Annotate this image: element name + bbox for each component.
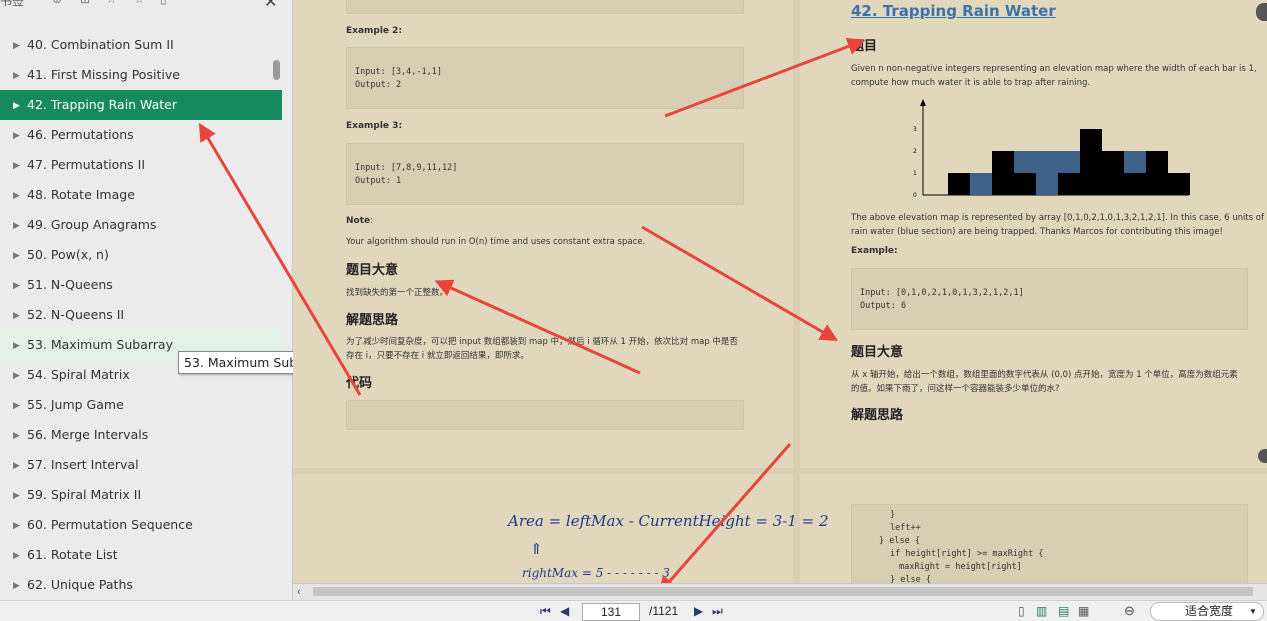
two-page-view-icon[interactable]: ▥ [1036,601,1047,621]
first-page-icon[interactable]: ⏮ [540,601,551,621]
book-view-icon[interactable]: ▦ [1078,601,1089,621]
scrollbar-thumb[interactable] [313,587,1253,596]
scroll-left-icon[interactable]: ‹ [297,584,301,600]
last-page-icon[interactable]: ⏭ [712,601,723,621]
arrow-to-bookmark [198,122,362,396]
page-number-input[interactable]: 131 [582,603,640,621]
status-bar: ⏮ ◀ 131 /1121 ▶ ⏭ ▯ ▥ ▤ ▦ ⊖ 适合宽度 ▼ [0,600,1267,621]
annotation-arrows [198,37,866,595]
continuous-view-icon[interactable]: ▤ [1058,601,1069,621]
zoom-select[interactable]: 适合宽度 ▼ [1150,602,1264,621]
zoom-value: 适合宽度 [1185,604,1234,618]
single-page-view-icon[interactable]: ▯ [1018,601,1025,621]
side-panel-toggle-2[interactable] [1258,449,1267,463]
prev-page-icon[interactable]: ◀ [560,601,569,621]
arrow-to-section [434,279,641,375]
arrow-to-right-section [641,225,839,342]
side-panel-toggle[interactable] [1256,3,1267,21]
zoom-out-icon[interactable]: ⊖ [1124,601,1135,621]
horizontal-scrollbar[interactable]: ‹ [293,583,1267,600]
arrow-to-title [664,37,866,118]
chevron-down-icon: ▼ [1249,607,1257,616]
next-page-icon[interactable]: ▶ [694,601,703,621]
page-total: /1121 [649,604,679,618]
arrow-to-handwriting [658,443,792,595]
